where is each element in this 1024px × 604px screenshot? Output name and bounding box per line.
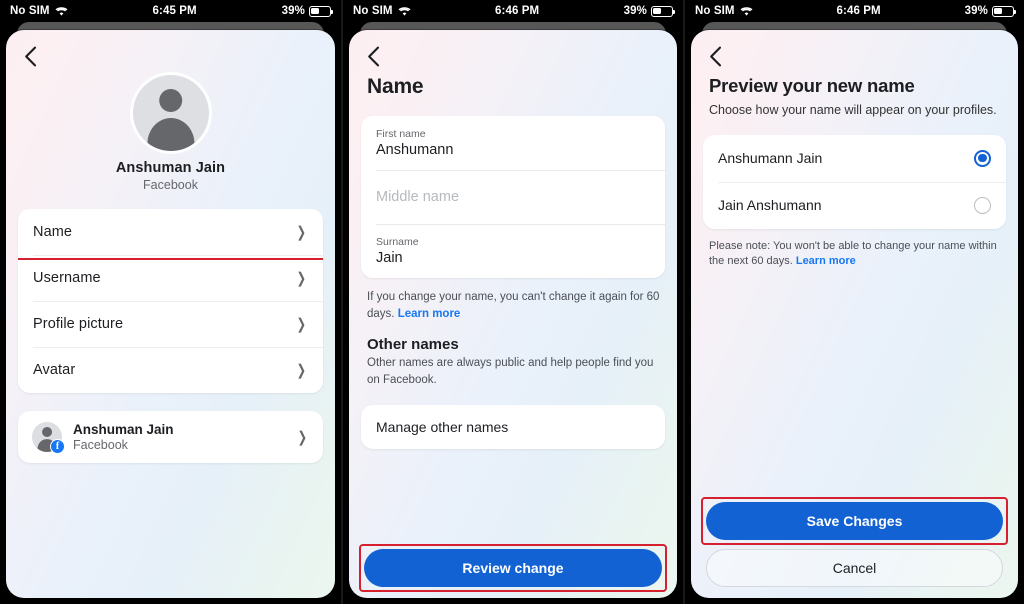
first-name-value: Anshumann: [376, 142, 454, 158]
name-fields-card: First name Anshumann Middle name Surname…: [361, 116, 665, 278]
settings-item-avatar[interactable]: Avatar ❯: [18, 347, 323, 393]
profile-subtitle: Facebook: [143, 178, 198, 192]
battery-icon: [309, 5, 333, 17]
save-changes-button[interactable]: Save Changes: [701, 497, 1008, 545]
battery-percent: 39%: [281, 5, 305, 17]
status-left-3: No SIM: [695, 5, 753, 17]
account-avatar: f: [32, 422, 65, 454]
status-bar-1: No SIM 6:45 PM 39%: [0, 0, 341, 22]
chevron-right-icon: ❯: [296, 269, 307, 287]
screen3-actions: Save Changes Cancel: [701, 497, 1008, 598]
wifi-icon: [740, 6, 753, 17]
surname-field[interactable]: Surname Jain: [361, 224, 665, 278]
name-change-note: If you change your name, you can't chang…: [367, 289, 661, 322]
account-card[interactable]: f Anshuman Jain Facebook ❯: [18, 411, 323, 463]
settings-item-label: Name: [33, 224, 73, 240]
status-left-2: No SIM: [353, 5, 411, 17]
radio-selected-icon[interactable]: [974, 149, 991, 167]
review-change-button[interactable]: Review change: [359, 544, 667, 592]
battery-icon: [651, 5, 675, 17]
profile-avatar[interactable]: [132, 75, 209, 151]
page-title: Preview your new name: [709, 75, 915, 96]
three-screen-comparison: No SIM 6:45 PM 39% Anshuman Jain Faceboo…: [0, 0, 1024, 604]
chevron-right-icon: ❯: [296, 223, 307, 241]
app-viewport-1: Anshuman Jain Facebook Name ❯ Username ❯…: [6, 30, 335, 598]
first-name-field[interactable]: First name Anshumann: [361, 116, 665, 170]
phone-screen-1: No SIM 6:45 PM 39% Anshuman Jain Faceboo…: [0, 0, 341, 604]
status-clock: 6:46 PM: [495, 5, 540, 17]
app-viewport-2: Name First name Anshumann Middle name Su…: [349, 30, 677, 598]
settings-item-label: Avatar: [33, 362, 76, 378]
status-right-1: 39%: [281, 5, 333, 17]
other-names-heading: Other names: [367, 336, 459, 354]
name-lock-note: Please note: You won't be able to change…: [709, 239, 1002, 271]
option-first-last[interactable]: Anshumann Jain: [703, 134, 1006, 182]
status-left-1: No SIM: [10, 5, 68, 17]
app-viewport-3: Preview your new name Choose how your na…: [691, 30, 1018, 598]
facebook-badge-icon: f: [50, 439, 65, 454]
middle-name-field[interactable]: Middle name: [361, 170, 665, 224]
battery-icon: [992, 5, 1016, 17]
account-subtitle: Facebook: [73, 438, 128, 452]
radio-unselected-icon[interactable]: [974, 196, 991, 214]
chevron-right-icon: ❯: [296, 361, 307, 379]
surname-label: Surname: [376, 236, 419, 248]
learn-more-link[interactable]: Learn more: [398, 308, 461, 320]
profile-name: Anshuman Jain: [115, 160, 226, 176]
battery-percent: 39%: [623, 5, 647, 17]
surname-value: Jain: [376, 250, 403, 266]
battery-percent: 39%: [964, 5, 988, 17]
wifi-icon: [398, 6, 411, 17]
profile-header: Anshuman Jain Facebook: [18, 75, 323, 192]
back-button[interactable]: [709, 43, 735, 69]
status-right-3: 39%: [964, 5, 1016, 17]
settings-item-label: Username: [33, 270, 101, 286]
status-clock: 6:45 PM: [152, 5, 197, 17]
manage-other-names-label: Manage other names: [376, 418, 509, 435]
carrier-label: No SIM: [695, 5, 735, 17]
account-name: Anshuman Jain: [73, 422, 174, 437]
wifi-icon: [55, 6, 68, 17]
status-bar-3: No SIM 6:46 PM 39%: [685, 0, 1024, 22]
page-subtitle: Choose how your name will appear on your…: [709, 103, 997, 117]
middle-name-placeholder: Middle name: [376, 189, 460, 205]
phone-screen-3: No SIM 6:46 PM 39% Preview your new name…: [683, 0, 1024, 604]
option-last-first[interactable]: Jain Anshumann: [703, 181, 1006, 229]
status-right-2: 39%: [623, 5, 675, 17]
option-label: Anshumann Jain: [718, 150, 823, 166]
chevron-right-icon: ❯: [297, 428, 308, 446]
chevron-right-icon: ❯: [296, 315, 307, 333]
page-title: Name: [367, 75, 424, 98]
option-label: Jain Anshumann: [718, 197, 822, 213]
settings-list: Name ❯ Username ❯ Profile picture ❯ Avat…: [18, 209, 323, 393]
settings-item-username[interactable]: Username ❯: [18, 255, 323, 301]
settings-item-label: Profile picture: [33, 316, 124, 332]
cancel-button[interactable]: Cancel: [706, 549, 1003, 587]
settings-item-name[interactable]: Name ❯: [18, 209, 323, 260]
back-button[interactable]: [367, 43, 393, 69]
phone-screen-2: No SIM 6:46 PM 39% Name First name Anshu…: [341, 0, 683, 604]
manage-other-names-card[interactable]: Manage other names: [361, 404, 665, 449]
name-order-options: Anshumann Jain Jain Anshumann: [703, 134, 1006, 229]
status-bar-2: No SIM 6:46 PM 39%: [343, 0, 683, 22]
screen2-actions: Review change: [359, 544, 667, 598]
status-clock: 6:46 PM: [836, 5, 881, 17]
first-name-label: First name: [376, 128, 426, 140]
carrier-label: No SIM: [10, 5, 50, 17]
carrier-label: No SIM: [353, 5, 393, 17]
other-names-description: Other names are always public and help p…: [367, 357, 654, 387]
back-button[interactable]: [24, 43, 50, 69]
learn-more-link[interactable]: Learn more: [796, 255, 856, 267]
settings-item-profile-picture[interactable]: Profile picture ❯: [18, 301, 323, 347]
